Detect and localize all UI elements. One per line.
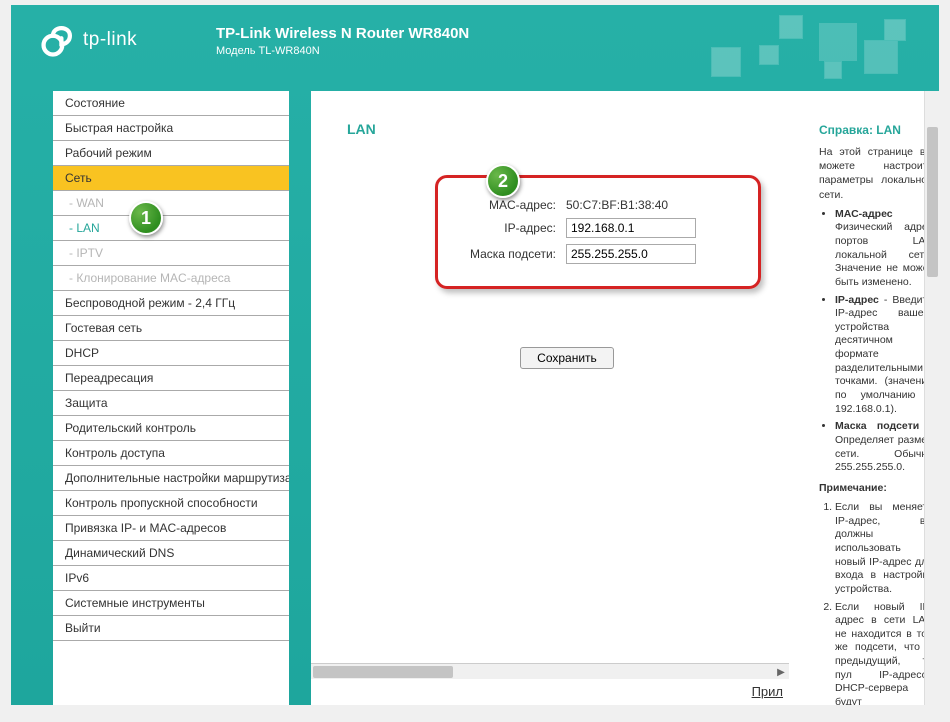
nav-item-5[interactable]: - LAN xyxy=(53,216,289,241)
nav-item-21[interactable]: Выйти xyxy=(53,616,289,641)
nav-item-17[interactable]: Привязка IP- и MAC-адресов xyxy=(53,516,289,541)
help-panel: Справка: LAN На этой странице вы можете … xyxy=(811,91,939,705)
product-model: Модель TL-WR840N xyxy=(216,45,469,57)
nav-item-14[interactable]: Контроль доступа xyxy=(53,441,289,466)
nav-item-20[interactable]: Системные инструменты xyxy=(53,591,289,616)
product-title: TP-Link Wireless N Router WR840N xyxy=(216,25,469,42)
nav-item-6[interactable]: - IPTV xyxy=(53,241,289,266)
help-notes-list: Если вы меняете IP-адрес, вы должны испо… xyxy=(819,501,933,705)
horizontal-scrollbar[interactable]: ▶ xyxy=(311,663,789,679)
section-title: LAN xyxy=(347,121,787,137)
nav-item-8[interactable]: Беспроводной режим - 2,4 ГГц xyxy=(53,291,289,316)
save-button[interactable]: Сохранить xyxy=(520,347,614,369)
callout-badge-1: 1 xyxy=(129,201,163,235)
nav-list: СостояниеБыстрая настройкаРабочий режимС… xyxy=(53,91,289,641)
nav-item-15[interactable]: Дополнительные настройки маршрутизации xyxy=(53,466,289,491)
nav-item-16[interactable]: Контроль пропускной способности xyxy=(53,491,289,516)
lan-settings-box: MAC-адрес: 50:C7:BF:B1:38:40 IP-адрес: М… xyxy=(435,175,761,289)
brand-text: tp-link xyxy=(83,29,137,51)
hscroll-right-arrow-icon[interactable]: ▶ xyxy=(773,664,789,680)
nav-item-1[interactable]: Быстрая настройка xyxy=(53,116,289,141)
nav-item-11[interactable]: Переадресация xyxy=(53,366,289,391)
help-note-1: Если новый IP-адрес в сети LAN не находи… xyxy=(835,601,933,705)
nav-item-0[interactable]: Состояние xyxy=(53,91,289,116)
ip-label: IP-адрес: xyxy=(456,221,566,235)
vertical-scrollbar[interactable] xyxy=(924,91,939,705)
help-title: Справка: LAN xyxy=(819,123,933,137)
main-panel: LAN MAC-адрес: 50:C7:BF:B1:38:40 IP-адре… xyxy=(311,91,811,705)
nav-item-7[interactable]: - Клонирование MAC-адреса xyxy=(53,266,289,291)
mask-input[interactable] xyxy=(566,244,696,264)
help-bullet-1: IP-адрес - Введите IP-адрес вашего устро… xyxy=(835,294,933,417)
vscroll-thumb[interactable] xyxy=(927,127,938,277)
help-bullet-list: МАС-адрес - Физический адрес портов LAN … xyxy=(819,208,933,475)
nav-item-2[interactable]: Рабочий режим xyxy=(53,141,289,166)
help-bullet-0: МАС-адрес - Физический адрес портов LAN … xyxy=(835,208,933,290)
header: tp-link TP-Link Wireless N Router WR840N… xyxy=(11,5,939,91)
help-note-0: Если вы меняете IP-адрес, вы должны испо… xyxy=(835,501,933,596)
sidebar: СостояниеБыстрая настройкаРабочий режимС… xyxy=(53,91,289,705)
nav-item-12[interactable]: Защита xyxy=(53,391,289,416)
mac-label: MAC-адрес: xyxy=(456,198,566,212)
bottom-note[interactable]: Прил xyxy=(752,684,783,699)
brand-logo: tp-link xyxy=(41,23,137,57)
tp-link-logo-icon xyxy=(41,23,75,57)
help-intro: На этой странице вы можете настроить пар… xyxy=(819,145,933,202)
nav-item-19[interactable]: IPv6 xyxy=(53,566,289,591)
mac-value: 50:C7:BF:B1:38:40 xyxy=(566,198,740,212)
nav-item-13[interactable]: Родительский контроль xyxy=(53,416,289,441)
nav-item-10[interactable]: DHCP xyxy=(53,341,289,366)
callout-badge-2: 2 xyxy=(486,164,520,198)
help-bullet-2: Маска подсети - Определяет размер сети. … xyxy=(835,420,933,475)
mask-label: Маска подсети: xyxy=(456,247,566,261)
help-notice-label: Примечание: xyxy=(819,481,933,495)
nav-item-3[interactable]: Сеть xyxy=(53,166,289,191)
ip-input[interactable] xyxy=(566,218,696,238)
hscroll-thumb[interactable] xyxy=(313,666,453,678)
nav-item-9[interactable]: Гостевая сеть xyxy=(53,316,289,341)
nav-item-18[interactable]: Динамический DNS xyxy=(53,541,289,566)
nav-item-4[interactable]: - WAN xyxy=(53,191,289,216)
